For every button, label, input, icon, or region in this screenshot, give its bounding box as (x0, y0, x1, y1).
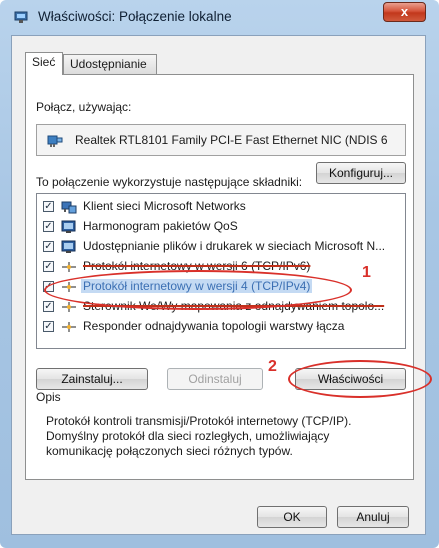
network-adapter-icon (47, 135, 63, 147)
tab-sharing[interactable]: Udostępnianie (63, 54, 157, 74)
tab-network[interactable]: Sieć (25, 52, 63, 75)
network-client-icon (61, 201, 77, 214)
connect-using-label: Połącz, używając: (36, 100, 132, 114)
description-title: Opis (36, 390, 61, 404)
component-label: Harmonogram pakietów QoS (83, 219, 238, 233)
description-text: Protokół kontroli transmisji/Protokół in… (46, 414, 352, 458)
adapter-name: Realtek RTL8101 Family PCI-E Fast Ethern… (75, 133, 388, 147)
component-label: Klient sieci Microsoft Networks (83, 199, 246, 213)
window-title: Właściwości: Połączenie lokalne (38, 9, 232, 24)
service-icon (61, 220, 76, 233)
list-item[interactable]: ✓ Harmonogram pakietów QoS (37, 217, 405, 237)
annotation-number-2: 2 (268, 358, 277, 375)
adapter-field: Realtek RTL8101 Family PCI-E Fast Ethern… (36, 124, 406, 156)
annotation-ellipse-1 (44, 270, 352, 310)
checkbox-checked-icon[interactable]: ✓ (43, 221, 54, 232)
description-group: Opis Protokół kontroli transmisji/Protok… (36, 388, 406, 470)
window-frame: Właściwości: Połączenie lokalne x Sieć U… (0, 0, 439, 548)
title-bar[interactable]: Właściwości: Połączenie lokalne x (0, 0, 439, 34)
network-connection-icon (14, 11, 28, 23)
list-item[interactable]: ✓ Responder odnajdywania topologii warst… (37, 317, 405, 337)
checkbox-checked-icon[interactable]: ✓ (43, 201, 54, 212)
list-item[interactable]: ✓ Klient sieci Microsoft Networks (37, 197, 405, 217)
ok-button[interactable]: OK (257, 506, 327, 528)
protocol-icon (62, 322, 76, 332)
list-item[interactable]: ✓ Udostępnianie plików i drukarek w siec… (37, 237, 405, 257)
annotation-ellipse-2 (288, 360, 432, 398)
checkbox-checked-icon[interactable]: ✓ (43, 241, 54, 252)
component-label: Responder odnajdywania topologii warstwy… (83, 319, 345, 333)
install-button[interactable]: Zainstaluj... (36, 368, 148, 390)
configure-button[interactable]: Konfiguruj... (316, 162, 406, 184)
close-button[interactable]: x (383, 2, 426, 22)
component-label: Udostępnianie plików i drukarek w siecia… (83, 239, 386, 253)
checkbox-checked-icon[interactable]: ✓ (43, 301, 54, 312)
cancel-button[interactable]: Anuluj (337, 506, 409, 528)
protocol-icon (62, 262, 76, 272)
annotation-number-1: 1 (362, 264, 371, 281)
checkbox-checked-icon[interactable]: ✓ (43, 321, 54, 332)
uninstall-button: Odinstaluj (167, 368, 263, 390)
service-icon (61, 240, 76, 253)
checkbox-checked-icon[interactable]: ✓ (43, 261, 54, 272)
components-label: To połączenie wykorzystuje następujące s… (36, 175, 303, 189)
